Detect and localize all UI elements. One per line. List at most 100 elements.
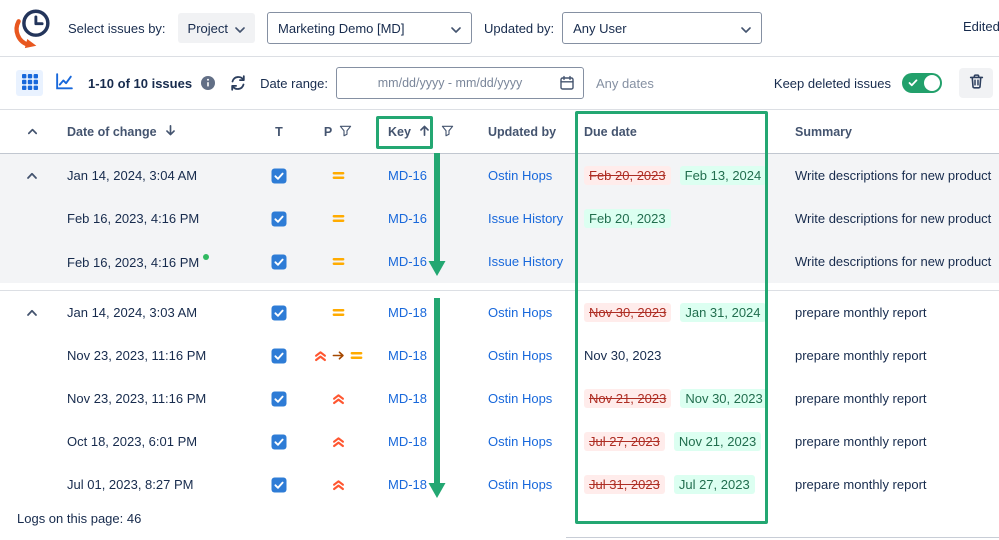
due-date-old-value: Nov 30, 2023: [584, 303, 671, 322]
due-date-cell: Feb 20, 2023: [570, 209, 770, 228]
updated-by-link[interactable]: Ostin Hops: [488, 348, 552, 363]
issue-key-link[interactable]: MD-18: [388, 477, 427, 492]
updated-by-select-value: Any User: [573, 21, 626, 36]
project-select[interactable]: Marketing Demo [MD]: [267, 12, 472, 44]
info-icon[interactable]: [200, 75, 216, 91]
change-date: Jul 01, 2023, 8:27 PM: [67, 477, 193, 492]
group-separator: [0, 283, 999, 291]
table-row: Jul 01, 2023, 8:27 PM MD-18 Ostin Hops J…: [0, 463, 999, 506]
updated-by-link[interactable]: Ostin Hops: [488, 391, 552, 406]
issue-key-link[interactable]: MD-18: [388, 305, 427, 320]
issue-key-link[interactable]: MD-16: [388, 211, 427, 226]
line-chart-icon: [54, 71, 75, 95]
select-by-dropdown[interactable]: Project: [178, 13, 255, 43]
due-date-cell: Jul 31, 2023Jul 27, 2023: [570, 475, 770, 494]
chart-view-button[interactable]: [51, 70, 78, 96]
due-date-cell: Nov 21, 2023Nov 30, 2023: [570, 389, 770, 408]
issue-history-app: Select issues by: Project Marketing Demo…: [0, 0, 999, 540]
bottom-edge-divider: [566, 537, 999, 538]
sort-asc-icon: [418, 124, 431, 140]
due-date-new-value: Feb 13, 2024: [680, 166, 767, 185]
type-header: T: [250, 125, 308, 139]
task-type-icon: [271, 168, 287, 184]
trash-icon: [968, 73, 985, 93]
filter-funnel-icon[interactable]: [339, 124, 352, 140]
summary-text: prepare monthly report: [770, 391, 999, 406]
issue-key-link[interactable]: MD-16: [388, 168, 427, 183]
due-date-cell: Feb 20, 2023Feb 13, 2024: [570, 166, 770, 185]
task-type-icon: [271, 434, 287, 450]
chevron-down-icon: [741, 21, 751, 36]
updated-by-link[interactable]: Ostin Hops: [488, 168, 552, 183]
issue-key-link[interactable]: MD-18: [388, 348, 427, 363]
collapse-row-button[interactable]: [25, 169, 39, 183]
medium-priority-icon: [331, 211, 346, 226]
updated-by-link[interactable]: Ostin Hops: [488, 477, 552, 492]
medium-priority-icon: [349, 348, 364, 363]
date-range-input[interactable]: [341, 76, 559, 90]
due-date-new-value: Jan 31, 2024: [680, 303, 765, 322]
updated-by-link[interactable]: Ostin Hops: [488, 305, 552, 320]
keep-deleted-toggle[interactable]: [902, 73, 942, 93]
calendar-icon[interactable]: [559, 75, 575, 91]
task-type-icon: [271, 477, 287, 493]
updated-by-link[interactable]: Issue History: [488, 254, 563, 269]
grid-icon: [21, 73, 39, 94]
any-dates-label: Any dates: [596, 76, 654, 91]
table-row: Nov 23, 2023, 11:16 PM MD-18 Ostin Hops …: [0, 334, 999, 377]
updated-by-link[interactable]: Ostin Hops: [488, 434, 552, 449]
table-view-button[interactable]: [16, 70, 43, 96]
change-date: Nov 23, 2023, 11:16 PM: [67, 391, 206, 406]
check-icon: [908, 78, 918, 88]
key-header[interactable]: Key: [368, 124, 458, 140]
table-row: Jan 14, 2024, 3:04 AM MD-16 Ostin Hops F…: [0, 154, 999, 197]
toggle-knob: [924, 75, 940, 91]
edited-label: Edited: [963, 19, 999, 34]
highest-priority-icon: [331, 477, 346, 492]
summary-text: Write descriptions for new product: [770, 211, 999, 226]
chevron-down-icon: [235, 21, 245, 36]
summary-text: Write descriptions for new product: [770, 168, 999, 183]
logs-count-label: Logs on this page: 46: [17, 511, 141, 526]
select-issues-by-label: Select issues by:: [68, 21, 166, 36]
issues-count: 1-10 of 10 issues: [88, 76, 192, 91]
updated-by-header: Updated by: [458, 125, 570, 139]
due-date-plain-value: Nov 30, 2023: [584, 348, 661, 363]
summary-text: prepare monthly report: [770, 348, 999, 363]
medium-priority-icon: [331, 254, 346, 269]
due-date-cell: Nov 30, 2023: [570, 348, 770, 363]
date-range-field: [336, 67, 584, 99]
highest-priority-icon: [313, 348, 328, 363]
change-date: Nov 23, 2023, 11:16 PM: [67, 348, 206, 363]
toolbar: 1-10 of 10 issues Date range: Any dates: [0, 57, 999, 110]
collapse-all-button[interactable]: [26, 125, 39, 138]
due-date-cell: Jul 27, 2023Nov 21, 2023: [570, 432, 770, 451]
refresh-button[interactable]: [228, 73, 248, 93]
delete-logs-button[interactable]: [959, 68, 993, 98]
table-row: Jan 14, 2024, 3:03 AM MD-18 Ostin Hops N…: [0, 291, 999, 334]
task-type-icon: [271, 211, 287, 227]
task-type-icon: [271, 254, 287, 270]
table-header-row: Date of change T P Key Updated by: [0, 110, 999, 154]
due-date-cell: Nov 30, 2023 Jan 31, 2024: [570, 303, 770, 322]
collapse-row-button[interactable]: [25, 306, 39, 320]
issue-key-link[interactable]: MD-16: [388, 254, 427, 269]
chevron-down-icon: [451, 21, 461, 36]
medium-priority-icon: [331, 305, 346, 320]
table-row: Oct 18, 2023, 6:01 PM MD-18 Ostin Hops J…: [0, 420, 999, 463]
keep-deleted-label: Keep deleted issues: [774, 76, 891, 91]
filter-funnel-icon[interactable]: [441, 124, 454, 140]
date-of-change-header[interactable]: Date of change: [45, 124, 250, 140]
change-date: Jan 14, 2024, 3:03 AM: [67, 305, 197, 320]
due-date-new-value: Feb 20, 2023: [584, 209, 671, 228]
issue-key-link[interactable]: MD-18: [388, 434, 427, 449]
change-date: Jan 14, 2024, 3:04 AM: [67, 168, 197, 183]
priority-header: P: [308, 124, 368, 140]
table-row: Nov 23, 2023, 11:16 PM MD-18 Ostin Hops …: [0, 377, 999, 420]
updated-by-link[interactable]: Issue History: [488, 211, 563, 226]
updated-by-select[interactable]: Any User: [562, 12, 762, 44]
highest-priority-icon: [331, 434, 346, 449]
issue-key-link[interactable]: MD-18: [388, 391, 427, 406]
change-date: Oct 18, 2023, 6:01 PM: [67, 434, 197, 449]
updated-by-label: Updated by:: [484, 21, 554, 36]
